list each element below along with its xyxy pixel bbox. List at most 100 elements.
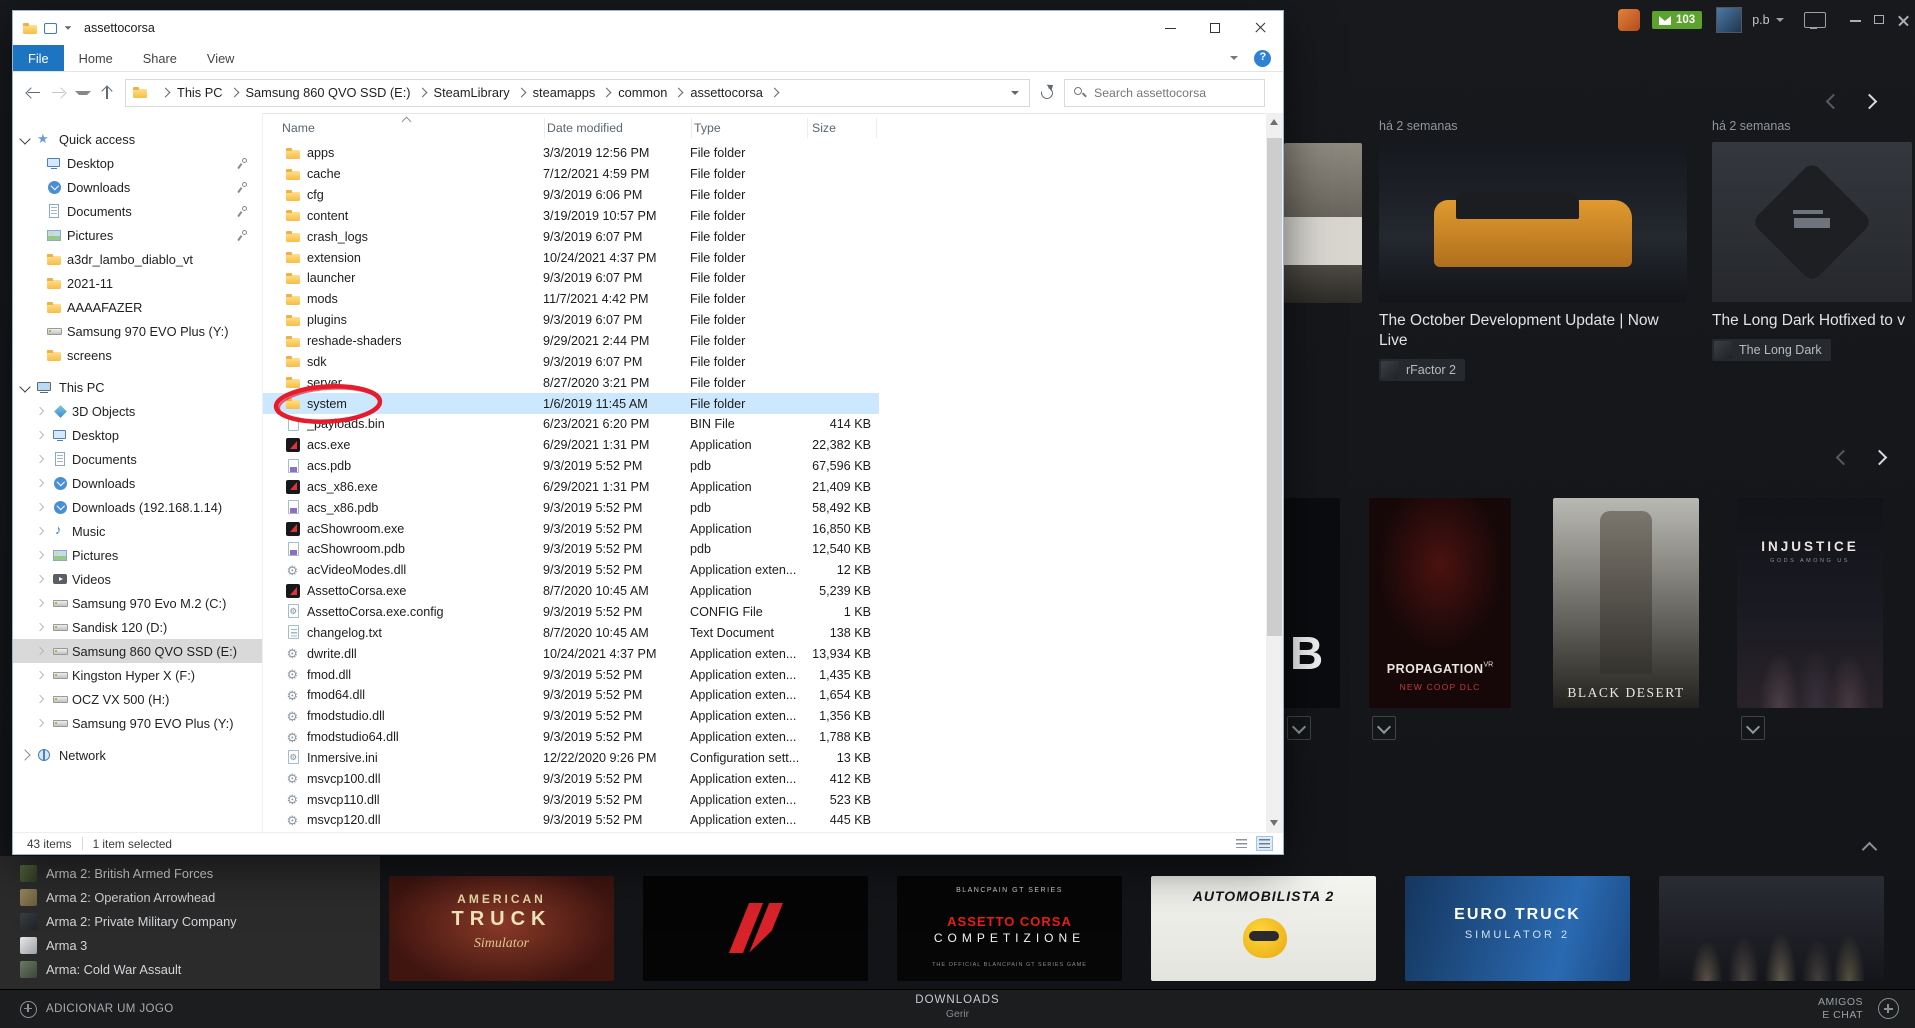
sidebar-item[interactable]: Desktop (13, 423, 262, 447)
news-card[interactable]: há 2 semanas The October Development Upd… (1379, 119, 1687, 384)
breadcrumb[interactable]: common (618, 85, 667, 100)
expander-icon[interactable] (35, 694, 45, 704)
scroll-down-icon[interactable] (1270, 820, 1278, 826)
library-game[interactable]: Arma 3 (0, 933, 380, 957)
sidebar-item[interactable]: Videos (13, 567, 262, 591)
news-image[interactable] (1712, 142, 1912, 302)
sidebar-item[interactable]: Pictures (13, 223, 262, 247)
file-row[interactable]: fmodstudio64.dll 9/3/2019 5:52 PM Applic… (263, 727, 879, 748)
address-dropdown-icon[interactable] (1011, 90, 1019, 95)
add-friend-icon[interactable] (1878, 998, 1899, 1019)
sidebar-item[interactable]: OCZ VX 500 (H:) (13, 687, 262, 711)
network-header[interactable]: Network (13, 743, 262, 767)
qat-chevron-icon[interactable] (64, 26, 72, 30)
game-banner[interactable] (1659, 876, 1884, 981)
file-row[interactable]: cache 7/12/2021 4:59 PM File folder (263, 164, 879, 185)
breadcrumb[interactable]: Samsung 860 QVO SSD (E:) (246, 85, 411, 100)
sidebar-item[interactable]: Downloads (192.168.1.14) (13, 495, 262, 519)
expander-icon[interactable] (35, 622, 45, 632)
column-header[interactable]: Date modified (545, 118, 692, 138)
expander-icon[interactable] (35, 550, 45, 560)
expander-icon[interactable] (19, 133, 31, 145)
expander-icon[interactable] (35, 478, 45, 488)
file-row[interactable]: Inmersive.ini 12/22/2020 9:26 PM Configu… (263, 747, 879, 768)
news-title[interactable]: The October Development Update | Now Liv… (1379, 311, 1687, 351)
sidebar-item[interactable]: Kingston Hyper X (F:) (13, 663, 262, 687)
file-row[interactable]: reshade-shaders 9/29/2021 2:44 PM File f… (263, 331, 879, 352)
sidebar-item[interactable]: Pictures (13, 543, 262, 567)
ribbon-tab[interactable]: File (13, 45, 64, 71)
game-capsule[interactable]: PROPAGATIONVR NEW COOP DLC (1369, 498, 1511, 708)
file-row[interactable]: plugins 9/3/2019 6:07 PM File folder (263, 310, 879, 331)
expander-icon[interactable] (35, 406, 45, 416)
expander-icon[interactable] (35, 454, 45, 464)
collapse-shelf-button[interactable] (1861, 841, 1878, 860)
username-menu[interactable]: p.b (1752, 13, 1784, 27)
sidebar-item[interactable]: Documents (13, 447, 262, 471)
game-capsule[interactable]: INJUSTICE GODS AMONG US (1737, 498, 1883, 708)
sidebar-item[interactable]: 2021-11 (13, 271, 262, 295)
ribbon-tab[interactable]: Home (64, 45, 128, 71)
friends-chat-button[interactable]: AMIGOS E CHAT (1818, 996, 1863, 1022)
file-row[interactable]: cfg 9/3/2019 6:06 PM File folder (263, 185, 879, 206)
file-row[interactable]: AssettoCorsa.exe 8/7/2020 10:45 AM Appli… (263, 581, 879, 602)
expander-icon[interactable] (35, 670, 45, 680)
news-card-partial[interactable] (1284, 143, 1362, 303)
downloads-button[interactable]: DOWNLOADS Gerir (915, 994, 999, 1020)
search-box[interactable] (1064, 78, 1265, 107)
scrollbar-thumb[interactable] (1267, 138, 1282, 636)
maximize-button[interactable] (1193, 11, 1238, 45)
avatar[interactable] (1716, 7, 1743, 33)
sidebar-item[interactable]: Sandisk 120 (D:) (13, 615, 262, 639)
game-banner[interactable]: AUTOMOBILISTA 2 (1151, 876, 1376, 981)
breadcrumb[interactable]: assettocorsa (690, 85, 763, 100)
expander-icon[interactable] (35, 646, 45, 656)
file-row[interactable]: sdk 9/3/2019 6:07 PM File folder (263, 351, 879, 372)
file-row[interactable]: acShowroom.pdb 9/3/2019 5:52 PM pdb 12,5… (263, 539, 879, 560)
close-button[interactable] (1238, 11, 1283, 45)
sidebar-item[interactable]: screens (13, 343, 262, 367)
sidebar-item[interactable]: AAAAFAZER (13, 295, 262, 319)
up-button[interactable] (95, 81, 119, 105)
forward-button[interactable] (47, 81, 71, 105)
game-tag[interactable]: rFactor 2 (1379, 358, 1466, 381)
game-banner[interactable]: BLANCPAIN GT SERIES ASSETTO CORSA COMPET… (897, 876, 1122, 981)
game-banner[interactable]: EURO TRUCK SIMULATOR 2 (1405, 876, 1630, 981)
file-row[interactable]: acs.exe 6/29/2021 1:31 PM Application 22… (263, 435, 879, 456)
address-bar[interactable]: This PC Samsung 860 QVO SSD (E:) SteamLi… (125, 78, 1030, 107)
back-button[interactable] (23, 81, 47, 105)
sidebar-item[interactable]: Music (13, 519, 262, 543)
sidebar-item[interactable]: Samsung 970 EVO Plus (Y:) (13, 319, 262, 343)
breadcrumb[interactable]: SteamLibrary (434, 85, 510, 100)
expander-icon[interactable] (19, 749, 31, 761)
file-row[interactable]: acs_x86.exe 6/29/2021 1:31 PM Applicatio… (263, 477, 879, 498)
scroll-up-icon[interactable] (1270, 119, 1278, 125)
refresh-icon[interactable] (1036, 82, 1058, 104)
sidebar-item[interactable]: Samsung 860 QVO SSD (E:) (13, 639, 262, 663)
game-capsule[interactable]: BLACK DESERT (1553, 498, 1699, 708)
file-row[interactable]: fmod.dll 9/3/2019 5:52 PM Application ex… (263, 664, 879, 685)
file-row[interactable]: _payloads.bin 6/23/2021 6:20 PM BIN File… (263, 414, 879, 435)
news-card[interactable]: há 2 semanas The Long Dark Hotfixed to v… (1712, 119, 1912, 364)
expander-icon[interactable] (35, 526, 45, 536)
library-game[interactable]: Arma 2: British Armed Forces (0, 861, 380, 885)
sidebar-item[interactable]: Downloads (13, 471, 262, 495)
file-row[interactable]: extension 10/24/2021 4:37 PM File folder (263, 247, 879, 268)
list-view-icon[interactable] (1233, 836, 1250, 851)
file-row[interactable]: acs_x86.pdb 9/3/2019 5:52 PM pdb 58,492 … (263, 497, 879, 518)
game-banner[interactable] (643, 876, 868, 981)
library-game[interactable]: Arma 2: Operation Arrowhead (0, 885, 380, 909)
this-pc-header[interactable]: This PC (13, 375, 262, 399)
sidebar-item[interactable]: Samsung 970 Evo M.2 (C:) (13, 591, 262, 615)
file-row[interactable]: changelog.txt 8/7/2020 10:45 AM Text Doc… (263, 622, 879, 643)
file-row[interactable]: server 8/27/2020 3:21 PM File folder (263, 372, 879, 393)
sidebar-item[interactable]: 3D Objects (13, 399, 262, 423)
column-header[interactable]: Type (692, 118, 808, 138)
news-prev-button[interactable] (1820, 88, 1846, 114)
steam-minimize-button[interactable] (1844, 9, 1868, 31)
file-row[interactable]: fmod64.dll 9/3/2019 5:52 PM Application … (263, 685, 879, 706)
capsules-prev-button[interactable] (1830, 444, 1856, 470)
file-row[interactable]: apps 3/3/2019 12:56 PM File folder (263, 143, 879, 164)
breadcrumb[interactable]: steamapps (533, 85, 596, 100)
expander-icon[interactable] (35, 430, 45, 440)
